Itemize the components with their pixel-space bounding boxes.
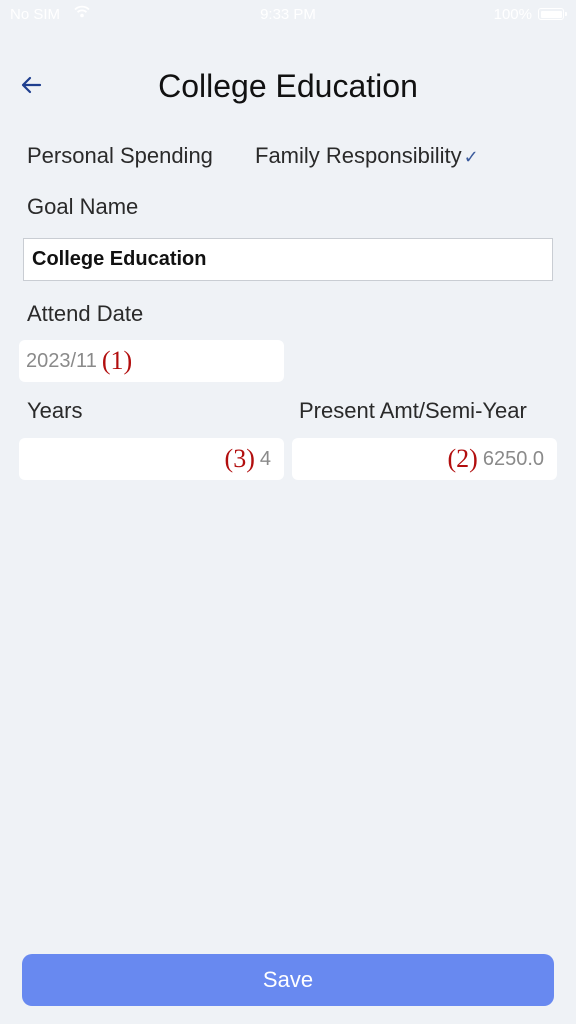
tab-personal-spending[interactable]: Personal Spending — [27, 143, 213, 169]
page-title: College Education — [158, 68, 418, 104]
goal-name-value: College Education — [32, 248, 207, 270]
battery-icon — [538, 8, 567, 20]
status-bar: No SIM 9:33 PM 100% — [0, 0, 576, 30]
tab-family-responsibility[interactable]: Family Responsibility ✓ — [255, 143, 479, 169]
years-field[interactable]: (3) 4 — [19, 438, 284, 480]
years-label: Years — [27, 398, 83, 423]
annotation-label: (3) — [224, 444, 255, 473]
amount-value: 6250.0 — [482, 447, 544, 470]
goal-name-label: Goal Name — [27, 194, 139, 219]
amount-label: Present Amt/Semi-Year — [299, 398, 527, 423]
save-button-label: Save — [262, 967, 314, 992]
annotation-label: (2) — [447, 444, 478, 473]
attend-date-value: 2023/11 — [26, 349, 97, 372]
attend-date-label: Attend Date — [27, 301, 144, 326]
attend-date-field[interactable]: 2023/11 (1) — [19, 340, 284, 382]
save-button[interactable]: Save — [22, 954, 554, 1006]
status-time: 9:33 PM — [260, 6, 316, 23]
battery-percentage: 100% — [493, 6, 532, 23]
years-value: 4 — [259, 447, 271, 470]
tab-label: Family Responsibility — [255, 143, 462, 168]
annotation-label: (1) — [101, 346, 133, 375]
amount-field[interactable]: (2) 6250.0 — [292, 438, 557, 480]
goal-name-input[interactable]: College Education — [23, 238, 553, 281]
tab-label: Personal Spending — [27, 143, 213, 168]
checkmark-icon: ✓ — [463, 147, 479, 167]
